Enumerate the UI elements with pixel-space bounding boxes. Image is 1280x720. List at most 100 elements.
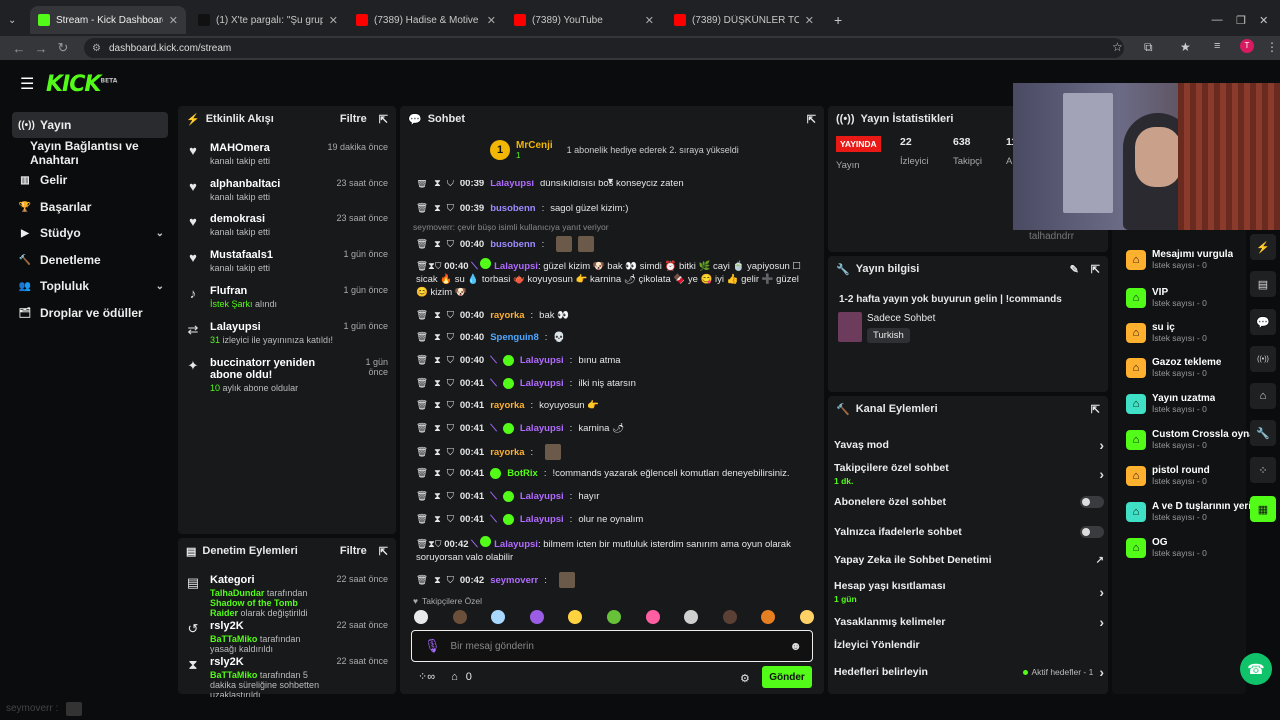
reward-item[interactable]: ⌂ VIP İstek sayısı - 0 (1126, 287, 1256, 308)
activity-item[interactable]: ♥ MAHOmera kanalı takip etti 19 dakika önce (186, 142, 388, 166)
message-user[interactable]: Lalayupsi (520, 422, 564, 435)
reload-icon[interactable]: ↻ (52, 40, 74, 56)
browser-tab[interactable]: (7389) Hadise & Motive | Küçük ✕ (348, 6, 504, 34)
reward-item[interactable]: ⌂ Yayın uzatma İstek sayısı - 0 (1126, 393, 1256, 414)
chevron-right-icon[interactable]: › (1099, 466, 1104, 482)
popout-icon[interactable]: ⇱ (807, 113, 816, 126)
sidebar-item[interactable]: 👥 Topluluk ⌄ (12, 273, 168, 299)
shield-icon[interactable]: ⛉ (435, 261, 442, 272)
chat-message[interactable]: 🗑 ⧗ ⛉ 00:41 ⟍ Lalayupsi: karnina 🌶 (416, 422, 808, 435)
new-tab-button[interactable]: + (826, 6, 846, 34)
timeout-icon[interactable]: ⧗ (434, 202, 441, 215)
message-user[interactable]: Lalayupsi (490, 180, 534, 190)
chat-message[interactable]: 🗑 ⧗ ⛉ 00:41 ⟍ Lalayupsi: olur ne oynalım (416, 513, 808, 526)
channel-action-row[interactable]: İzleyici Yönlendir (834, 639, 1104, 651)
chat-message[interactable]: 🗑 ⧗ ⛉ 00:42 seymoverr: (416, 572, 808, 588)
external-link-icon[interactable]: ↗ (1096, 555, 1104, 566)
popout-icon[interactable]: ⇱ (379, 113, 388, 126)
sidebar-item[interactable]: ▶ Stüdyo ⌄ (12, 220, 168, 246)
timeout-icon[interactable]: ⧗ (434, 238, 441, 251)
timeout-icon[interactable]: ⧗ (434, 180, 441, 190)
tab-list-button[interactable]: ⌄ (0, 6, 30, 34)
chat-message[interactable]: 🗑 ⧗ ⛉ 00:40 ⟍ Lalayupsi: bınu atma (416, 354, 808, 367)
timeout-icon[interactable]: ⧗ (428, 261, 435, 272)
chat-message[interactable]: 🗑 ⧗ ⛉ 00:41 ⟍ Lalayupsi: ilki niş atarsın (416, 377, 808, 390)
quick-store-icon[interactable]: ⌂ (1250, 383, 1276, 409)
emote-shortcut[interactable] (452, 610, 467, 624)
emote-shortcut[interactable] (491, 610, 506, 624)
toggle-switch[interactable] (1080, 496, 1104, 508)
emote-shortcut[interactable] (684, 610, 699, 624)
close-tab-icon[interactable]: ✕ (487, 14, 496, 27)
timeout-icon[interactable]: ⧗ (434, 377, 441, 390)
reward-item[interactable]: ⌂ Gazoz tekleme İstek sayısı - 0 (1126, 357, 1256, 378)
send-button[interactable]: Gönder (762, 666, 812, 688)
delete-icon[interactable]: 🗑 (416, 261, 428, 272)
browser-tab[interactable]: (1) X'te pargalı: "Şu grupta tek ✕ (190, 6, 346, 34)
shield-icon[interactable]: ⛉ (447, 354, 454, 367)
delete-icon[interactable]: 🗑 (416, 309, 428, 322)
emoji-picker-icon[interactable]: ☻ (789, 639, 802, 653)
timeout-icon[interactable]: ⧗ (428, 539, 435, 550)
chat-message[interactable]: 🗑 ⧗ ⛉ 00:39 Lalayupsi dünsıkıldısısı bos kons… (416, 180, 808, 190)
profile-avatar[interactable]: T (1240, 39, 1254, 53)
delete-icon[interactable]: 🗑 (416, 354, 428, 367)
channel-action-row[interactable]: Hesap yaşı kısıtlaması 1 gün › (834, 580, 1104, 604)
delete-icon[interactable]: 🗑 (416, 331, 428, 344)
chat-message[interactable]: 🗑 ⧗ ⛉ 00:41 rayorka: koyuyosun 👉 (416, 399, 808, 412)
browser-tab[interactable]: (7389) YouTube ✕ (506, 6, 662, 34)
channel-action-row[interactable]: Yasaklanmış kelimeler › (834, 614, 1104, 630)
tab-search-icon[interactable]: ≡ (1214, 40, 1220, 52)
delete-icon[interactable]: 🗑 (416, 238, 428, 251)
emote-shortcut[interactable] (529, 610, 544, 624)
channel-action-row[interactable]: Hedefleri belirleyin Aktif hedefler - 1 › (834, 664, 1104, 680)
back-icon[interactable]: ← (8, 41, 30, 56)
emote-shortcut[interactable] (722, 610, 737, 624)
message-user[interactable]: busobenn (490, 202, 535, 215)
timeout-icon[interactable]: ⧗ (434, 422, 441, 435)
message-user[interactable]: Lalayupsi (520, 377, 564, 390)
delete-icon[interactable]: 🗑 (416, 422, 428, 435)
emote-shortcut[interactable] (414, 610, 428, 624)
filter-button[interactable]: Filtre (340, 113, 367, 125)
delete-icon[interactable]: 🗑 (416, 399, 428, 412)
toggle-switch[interactable] (1080, 526, 1104, 538)
message-user[interactable]: Lalayupsi (494, 261, 538, 272)
quick-bolt-icon[interactable]: ⚡ (1250, 234, 1276, 260)
message-user[interactable]: Lalayupsi (520, 490, 564, 503)
chat-message[interactable]: 🗑⧗⛉ 00:42 ⟍ Lalayupsi: bilmem icten bir … (416, 536, 808, 564)
timeout-icon[interactable]: ⧗ (434, 467, 441, 480)
timeout-icon[interactable]: ⧗ (434, 446, 441, 459)
hamburger-menu-icon[interactable]: ☰ (20, 74, 34, 94)
activity-item[interactable]: ✦ buccinatorr yeniden abone oldu! 10 aylık… (186, 357, 388, 393)
reward-item[interactable]: ⌂ A ve D tuşlarının yeri İstek sayısı - 0 (1126, 501, 1256, 522)
quick-chat-bubble-icon[interactable]: 💬 (1250, 309, 1276, 335)
chat-message[interactable]: 🗑 ⧗ ⛉ 00:40 Spenguin8: 💀 (416, 331, 808, 344)
message-user[interactable]: busobenn (490, 238, 535, 251)
bookmarks-icon[interactable]: ★ (1180, 40, 1191, 54)
reward-item[interactable]: ⌂ Custom Crossla oyna İstek sayısı - 0 (1126, 429, 1256, 450)
restore-icon[interactable]: ❐ (1236, 14, 1246, 27)
channel-action-row[interactable]: Yalnızca ifadelerle sohbet (834, 526, 1104, 538)
bookmark-star-icon[interactable]: ☆ (1112, 40, 1123, 54)
shield-icon[interactable]: ⛉ (447, 331, 454, 344)
close-window-icon[interactable]: ✕ (1259, 14, 1268, 27)
moderation-item[interactable]: ⧗ rsly2K BaTTaMiko tarafından 5 dakika sür… (186, 656, 388, 700)
chat-settings-icon[interactable]: ⚙ (740, 672, 750, 685)
delete-icon[interactable]: 🗑 (416, 446, 428, 459)
activity-item[interactable]: ♥ demokrasi kanalı takip etti 23 saat önce (186, 213, 388, 237)
close-tab-icon[interactable]: ✕ (645, 14, 654, 27)
microphone-icon[interactable]: 🎙 (424, 638, 441, 654)
pinned-gift-banner[interactable]: 1 MrCenji 1 1 abonelik hediye ederek 2. … (490, 140, 739, 160)
edit-icon[interactable]: ✎ (1070, 263, 1079, 276)
chevron-right-icon[interactable]: › (1099, 584, 1104, 600)
chat-message[interactable]: 🗑 ⧗ ⛉ 00:41 rayorka: (416, 444, 808, 460)
delete-icon[interactable]: 🗑 (416, 574, 428, 587)
popout-icon[interactable]: ⇱ (379, 545, 388, 558)
shield-icon[interactable]: ⛉ (447, 467, 454, 480)
shield-icon[interactable]: ⛉ (435, 539, 442, 550)
activity-item[interactable]: ♥ Mustafaals1 kanalı takip etti 1 gün önce (186, 249, 388, 273)
delete-icon[interactable]: 🗑 (416, 202, 428, 215)
emote-shortcut[interactable] (761, 610, 776, 624)
delete-icon[interactable]: 🗑 (416, 180, 428, 190)
